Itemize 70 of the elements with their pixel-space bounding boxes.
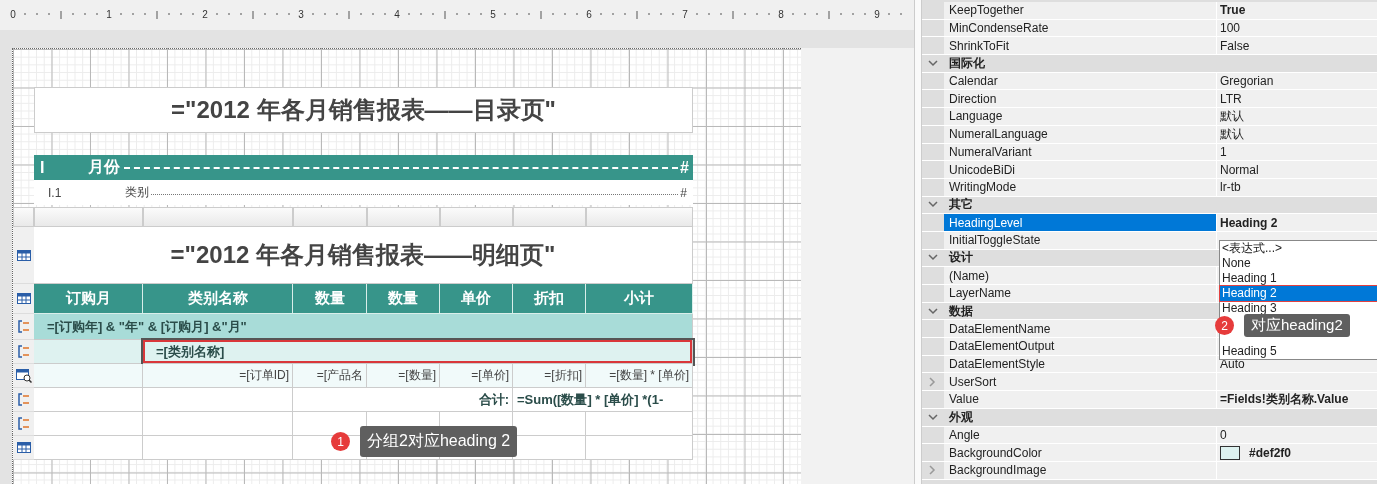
ruler-label: 9 xyxy=(874,9,880,20)
ruler-label: 6 xyxy=(586,9,592,20)
property-name[interactable]: UnicodeBiDi xyxy=(944,161,1217,178)
total-expression: =Sum([数量] * [单价] *(1- xyxy=(513,388,693,412)
property-value[interactable]: 100 xyxy=(1220,21,1241,36)
property-name[interactable]: DataElementOutput xyxy=(944,338,1217,355)
property-name[interactable]: KeepTogether xyxy=(944,2,1217,19)
group-expression[interactable]: =[类别名称] xyxy=(143,340,693,364)
category-label: 数据 xyxy=(948,302,973,320)
property-name[interactable]: (Name) xyxy=(944,267,1217,284)
dropdown-option[interactable]: <表达式...> xyxy=(1220,241,1377,256)
toc-label: 类别 xyxy=(125,184,149,201)
callout-tooltip: 对应heading2 xyxy=(1244,314,1350,337)
ruler-label: 3 xyxy=(298,9,304,20)
category-label: 外观 xyxy=(948,408,973,426)
category-label: 设计 xyxy=(947,249,973,267)
dropdown-option[interactable]: Heading 5 xyxy=(1220,344,1377,359)
column-header: 订购月 xyxy=(34,284,143,314)
field-expression: =[折扣] xyxy=(513,364,586,388)
total-label: 合计: xyxy=(293,388,513,412)
property-value[interactable]: Auto xyxy=(1220,357,1245,372)
property-value[interactable]: LTR xyxy=(1220,91,1242,106)
field-expression: =[数量] xyxy=(367,364,440,388)
property-name[interactable]: BackgroundColor xyxy=(944,444,1217,461)
property-value[interactable]: True xyxy=(1220,3,1246,18)
ruler-label: 0 xyxy=(10,9,16,20)
property-name[interactable]: LayerName xyxy=(944,285,1217,302)
property-name[interactable]: UserSort xyxy=(944,373,1217,391)
dropdown-option[interactable]: None xyxy=(1220,256,1377,271)
property-value[interactable]: 1 xyxy=(1220,144,1227,159)
property-name[interactable]: ShrinkToFit xyxy=(944,37,1217,55)
property-name[interactable]: HeadingLevel xyxy=(944,214,1217,231)
property-name[interactable]: DataElementName xyxy=(944,320,1217,338)
property-value[interactable]: 默认 xyxy=(1220,125,1244,143)
column-header: 小计 xyxy=(586,284,693,314)
property-value[interactable]: lr-tb xyxy=(1220,180,1241,195)
toc-page: # xyxy=(680,185,687,200)
toc-page: # xyxy=(680,158,689,177)
category-label: 其它 xyxy=(948,196,973,214)
ruler-label: 2 xyxy=(202,9,208,20)
callout-tooltip: 分组2对应heading 2 xyxy=(360,426,518,457)
field-expression: =[单价] xyxy=(440,364,513,388)
column-header: 数量 xyxy=(367,284,440,314)
ruler-label: 7 xyxy=(682,9,688,20)
column-header: 折扣 xyxy=(513,284,586,314)
dropdown-option[interactable]: Heading 1 xyxy=(1220,271,1377,286)
property-name[interactable]: Direction xyxy=(944,90,1217,108)
category-label: 国际化 xyxy=(948,55,985,72)
ruler-label: 4 xyxy=(394,9,400,20)
ruler-label: 5 xyxy=(490,9,496,20)
toc-number: I.1 xyxy=(48,185,63,200)
ruler-label: 8 xyxy=(778,9,784,20)
property-value[interactable]: False xyxy=(1220,38,1250,53)
field-expression: =[数量] * [单价] xyxy=(586,364,693,388)
report-title: ="2012 年各月销售报表——目录页" xyxy=(34,87,693,133)
toc-label: 月份 xyxy=(88,157,120,177)
toc-number: I xyxy=(40,158,46,177)
property-name[interactable]: Value xyxy=(944,391,1217,408)
property-value[interactable]: 默认 xyxy=(1220,108,1244,125)
dropdown-option[interactable]: Heading 3 xyxy=(1220,301,1377,316)
column-header: 类别名称 xyxy=(143,284,293,314)
column-header: 数量 xyxy=(293,284,367,314)
field-expression: =[产品名 xyxy=(293,364,367,388)
dropdown-option[interactable]: Heading 2 xyxy=(1220,286,1377,301)
property-name[interactable]: Language xyxy=(944,108,1217,125)
group-expression: =[订购年] & "年" & [订购月] &"月" xyxy=(34,314,693,340)
field-expression: =[订单ID] xyxy=(143,364,293,388)
column-header: 单价 xyxy=(440,284,513,314)
ruler-label: 1 xyxy=(106,9,112,20)
property-value[interactable]: 0 xyxy=(1220,427,1227,442)
